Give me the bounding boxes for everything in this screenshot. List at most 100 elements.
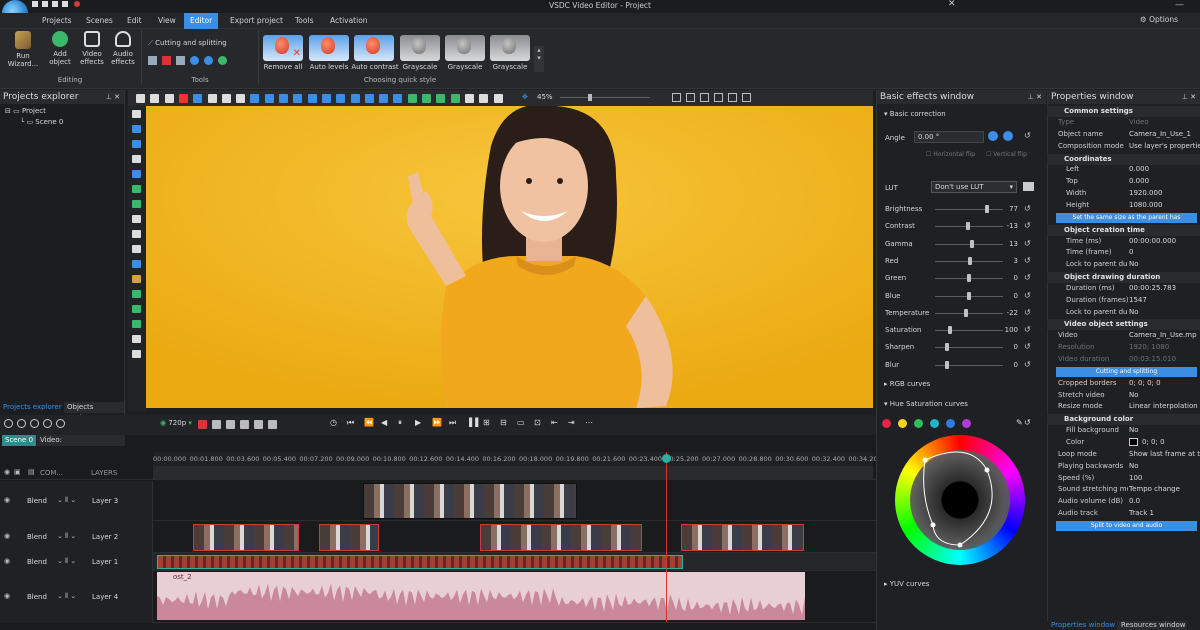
angle-input[interactable]: 0.00 ° bbox=[914, 131, 984, 143]
toolbar-grid-icon[interactable] bbox=[728, 93, 737, 102]
audio-effects-button[interactable]: Audio effects bbox=[108, 31, 138, 66]
tab-objects-explorer[interactable]: Objects explorer bbox=[64, 402, 124, 422]
transport-button[interactable]: ◀ bbox=[381, 418, 387, 427]
slider-knob[interactable] bbox=[947, 326, 952, 335]
tree-scene-0[interactable]: └ ▭ Scene 0 bbox=[20, 118, 63, 126]
common-settings-section[interactable]: Common settings bbox=[1047, 106, 1200, 117]
chevron-down-icon[interactable]: ⌄ ⫴ ⌄ bbox=[57, 592, 76, 601]
transport-button[interactable]: ⇤ bbox=[551, 418, 558, 427]
quick-style-grayscale-3[interactable] bbox=[490, 35, 530, 61]
rotate-left-icon[interactable] bbox=[988, 131, 998, 141]
reset-icon[interactable]: ↺ bbox=[1024, 291, 1031, 300]
tab-projects-explorer[interactable]: Projects explorer bbox=[0, 402, 64, 413]
add-object-button[interactable]: Add object bbox=[45, 31, 75, 66]
horizontal-flip-checkbox[interactable]: ☐ Horizontal flip bbox=[926, 151, 975, 158]
toolbar-tool-icon[interactable] bbox=[307, 94, 317, 103]
property-value[interactable]: No bbox=[1129, 308, 1200, 316]
slider-value[interactable]: 0 bbox=[1000, 343, 1018, 351]
playback-mode-icon[interactable] bbox=[254, 420, 263, 429]
playhead[interactable] bbox=[666, 452, 667, 622]
folder-icon[interactable] bbox=[1023, 182, 1034, 191]
property-value[interactable]: 1547 bbox=[1129, 296, 1200, 304]
property-value[interactable]: No bbox=[1129, 426, 1200, 434]
eyedropper-icon[interactable]: ✎ bbox=[1016, 418, 1023, 427]
playback-mode-icon[interactable] bbox=[268, 420, 277, 429]
quick-style-grayscale-1[interactable] bbox=[400, 35, 440, 61]
menu-projects[interactable]: Projects bbox=[36, 13, 78, 29]
property-section[interactable]: Coordinates bbox=[1047, 153, 1200, 165]
toolbar-tool-icon[interactable] bbox=[464, 94, 474, 103]
vertical-flip-checkbox[interactable]: ☐ Vertical flip bbox=[986, 151, 1027, 158]
property-value[interactable]: 1920; 1080 bbox=[1129, 343, 1200, 351]
slider-knob[interactable] bbox=[967, 274, 971, 283]
run-wizard-button[interactable]: Run Wizard... bbox=[5, 31, 41, 68]
toolbox-tool-icon[interactable] bbox=[132, 170, 141, 178]
toolbox-tool-icon[interactable] bbox=[132, 140, 141, 148]
clip-layer-3[interactable] bbox=[363, 483, 577, 519]
property-section[interactable]: Background color bbox=[1047, 414, 1200, 426]
slider-knob[interactable] bbox=[984, 205, 989, 213]
tools-icon-row[interactable] bbox=[148, 56, 252, 66]
slider-value[interactable]: 77 bbox=[1000, 205, 1018, 213]
playback-mode-icon[interactable] bbox=[226, 420, 235, 429]
reset-icon[interactable]: ↺ bbox=[1024, 204, 1031, 213]
property-section[interactable]: Object creation time bbox=[1047, 224, 1200, 236]
yuv-curves-section[interactable]: ▸ YUV curves bbox=[884, 580, 929, 588]
zoom-slider-knob[interactable] bbox=[588, 94, 592, 101]
layer-name[interactable]: Layer 1 bbox=[92, 558, 118, 566]
close-icon[interactable]: ✕ bbox=[948, 0, 956, 9]
slider-value[interactable]: 0 bbox=[1000, 274, 1018, 282]
slider-knob[interactable] bbox=[967, 291, 971, 300]
transport-button[interactable]: ⏩ bbox=[432, 418, 442, 427]
clip-layer-2-a[interactable] bbox=[193, 524, 299, 551]
toolbox-tool-icon[interactable] bbox=[132, 290, 141, 298]
slider-track[interactable] bbox=[935, 312, 1003, 314]
reset-angle-icon[interactable]: ↺ bbox=[1024, 131, 1031, 140]
slider-value[interactable]: -22 bbox=[1000, 309, 1018, 317]
toolbox-tool-icon[interactable] bbox=[132, 110, 141, 118]
property-value[interactable]: 00:00:25.783 bbox=[1129, 284, 1200, 292]
transport-controls[interactable]: ◷ ⏮ ⏪ ◀ ⏸ ▶ ⏩ ⏭ ▐▐ ⊞ ⊟ ▭ ⊡ ⇤ ⇥ ⋯ bbox=[330, 418, 610, 430]
property-value[interactable]: 1920.000 bbox=[1129, 189, 1200, 197]
audio-clip-layer-4[interactable]: ost_2 bbox=[157, 572, 805, 620]
tab-video-camera[interactable]: Video: Camera_In_Use_1 bbox=[37, 435, 125, 455]
clip-layer-2-d[interactable] bbox=[681, 524, 804, 551]
toolbox-tool-icon[interactable] bbox=[132, 275, 141, 283]
toolbox-tool-icon[interactable] bbox=[132, 245, 141, 253]
property-value[interactable]: 100 bbox=[1129, 474, 1200, 482]
slider-value[interactable]: -13 bbox=[1000, 222, 1018, 230]
slider-knob[interactable] bbox=[944, 360, 949, 369]
slider-value[interactable]: 0 bbox=[1000, 361, 1018, 369]
property-value[interactable]: No bbox=[1129, 391, 1200, 399]
toolbar-icons-left[interactable] bbox=[136, 92, 536, 104]
cutting-splitting-button[interactable]: ⟋ Cutting and splitting bbox=[148, 39, 227, 48]
property-value[interactable]: No bbox=[1129, 462, 1200, 470]
slider-value[interactable]: 3 bbox=[1000, 257, 1018, 265]
quick-style-scroll[interactable]: ▴ ▾ bbox=[534, 46, 544, 72]
property-action-button[interactable]: Set the same size as the parent has bbox=[1056, 212, 1197, 223]
video-effects-button[interactable]: Video effects bbox=[77, 31, 107, 66]
color-swatch[interactable] bbox=[1129, 437, 1138, 446]
layers-icon[interactable]: ▤ bbox=[28, 468, 35, 476]
reset-icon[interactable]: ↺ bbox=[1024, 239, 1031, 248]
property-value[interactable]: Camera_In_Use_1 bbox=[1129, 130, 1200, 138]
toolbar-grid-icon[interactable] bbox=[686, 93, 695, 102]
lock-icon[interactable]: ▣ bbox=[14, 468, 21, 476]
layer-visibility-icon[interactable]: ◉ bbox=[4, 592, 10, 600]
color-swatch[interactable] bbox=[962, 419, 971, 428]
toolbar-tool-icon[interactable] bbox=[207, 94, 217, 103]
reset-icon[interactable]: ↺ bbox=[1024, 273, 1031, 282]
toolbox-tool-icon[interactable] bbox=[132, 200, 141, 208]
property-value[interactable]: Linear interpolation bbox=[1129, 402, 1200, 410]
clip-layer-2-b[interactable] bbox=[319, 524, 379, 551]
property-value[interactable]: 00:03:15.010 bbox=[1129, 355, 1200, 363]
slider-knob[interactable] bbox=[970, 239, 975, 248]
toolbar-tool-icon[interactable] bbox=[407, 94, 417, 103]
tree-project[interactable]: ⊟ ▭ Project bbox=[5, 107, 46, 115]
slider-value[interactable]: 13 bbox=[1000, 240, 1018, 248]
toolbar-tool-icon[interactable] bbox=[422, 94, 431, 103]
menu-edit[interactable]: Edit bbox=[121, 13, 148, 29]
zoom-slider[interactable] bbox=[560, 97, 650, 98]
transport-button[interactable]: ⏮ bbox=[347, 418, 354, 428]
transport-button[interactable]: ▶ bbox=[415, 418, 421, 427]
